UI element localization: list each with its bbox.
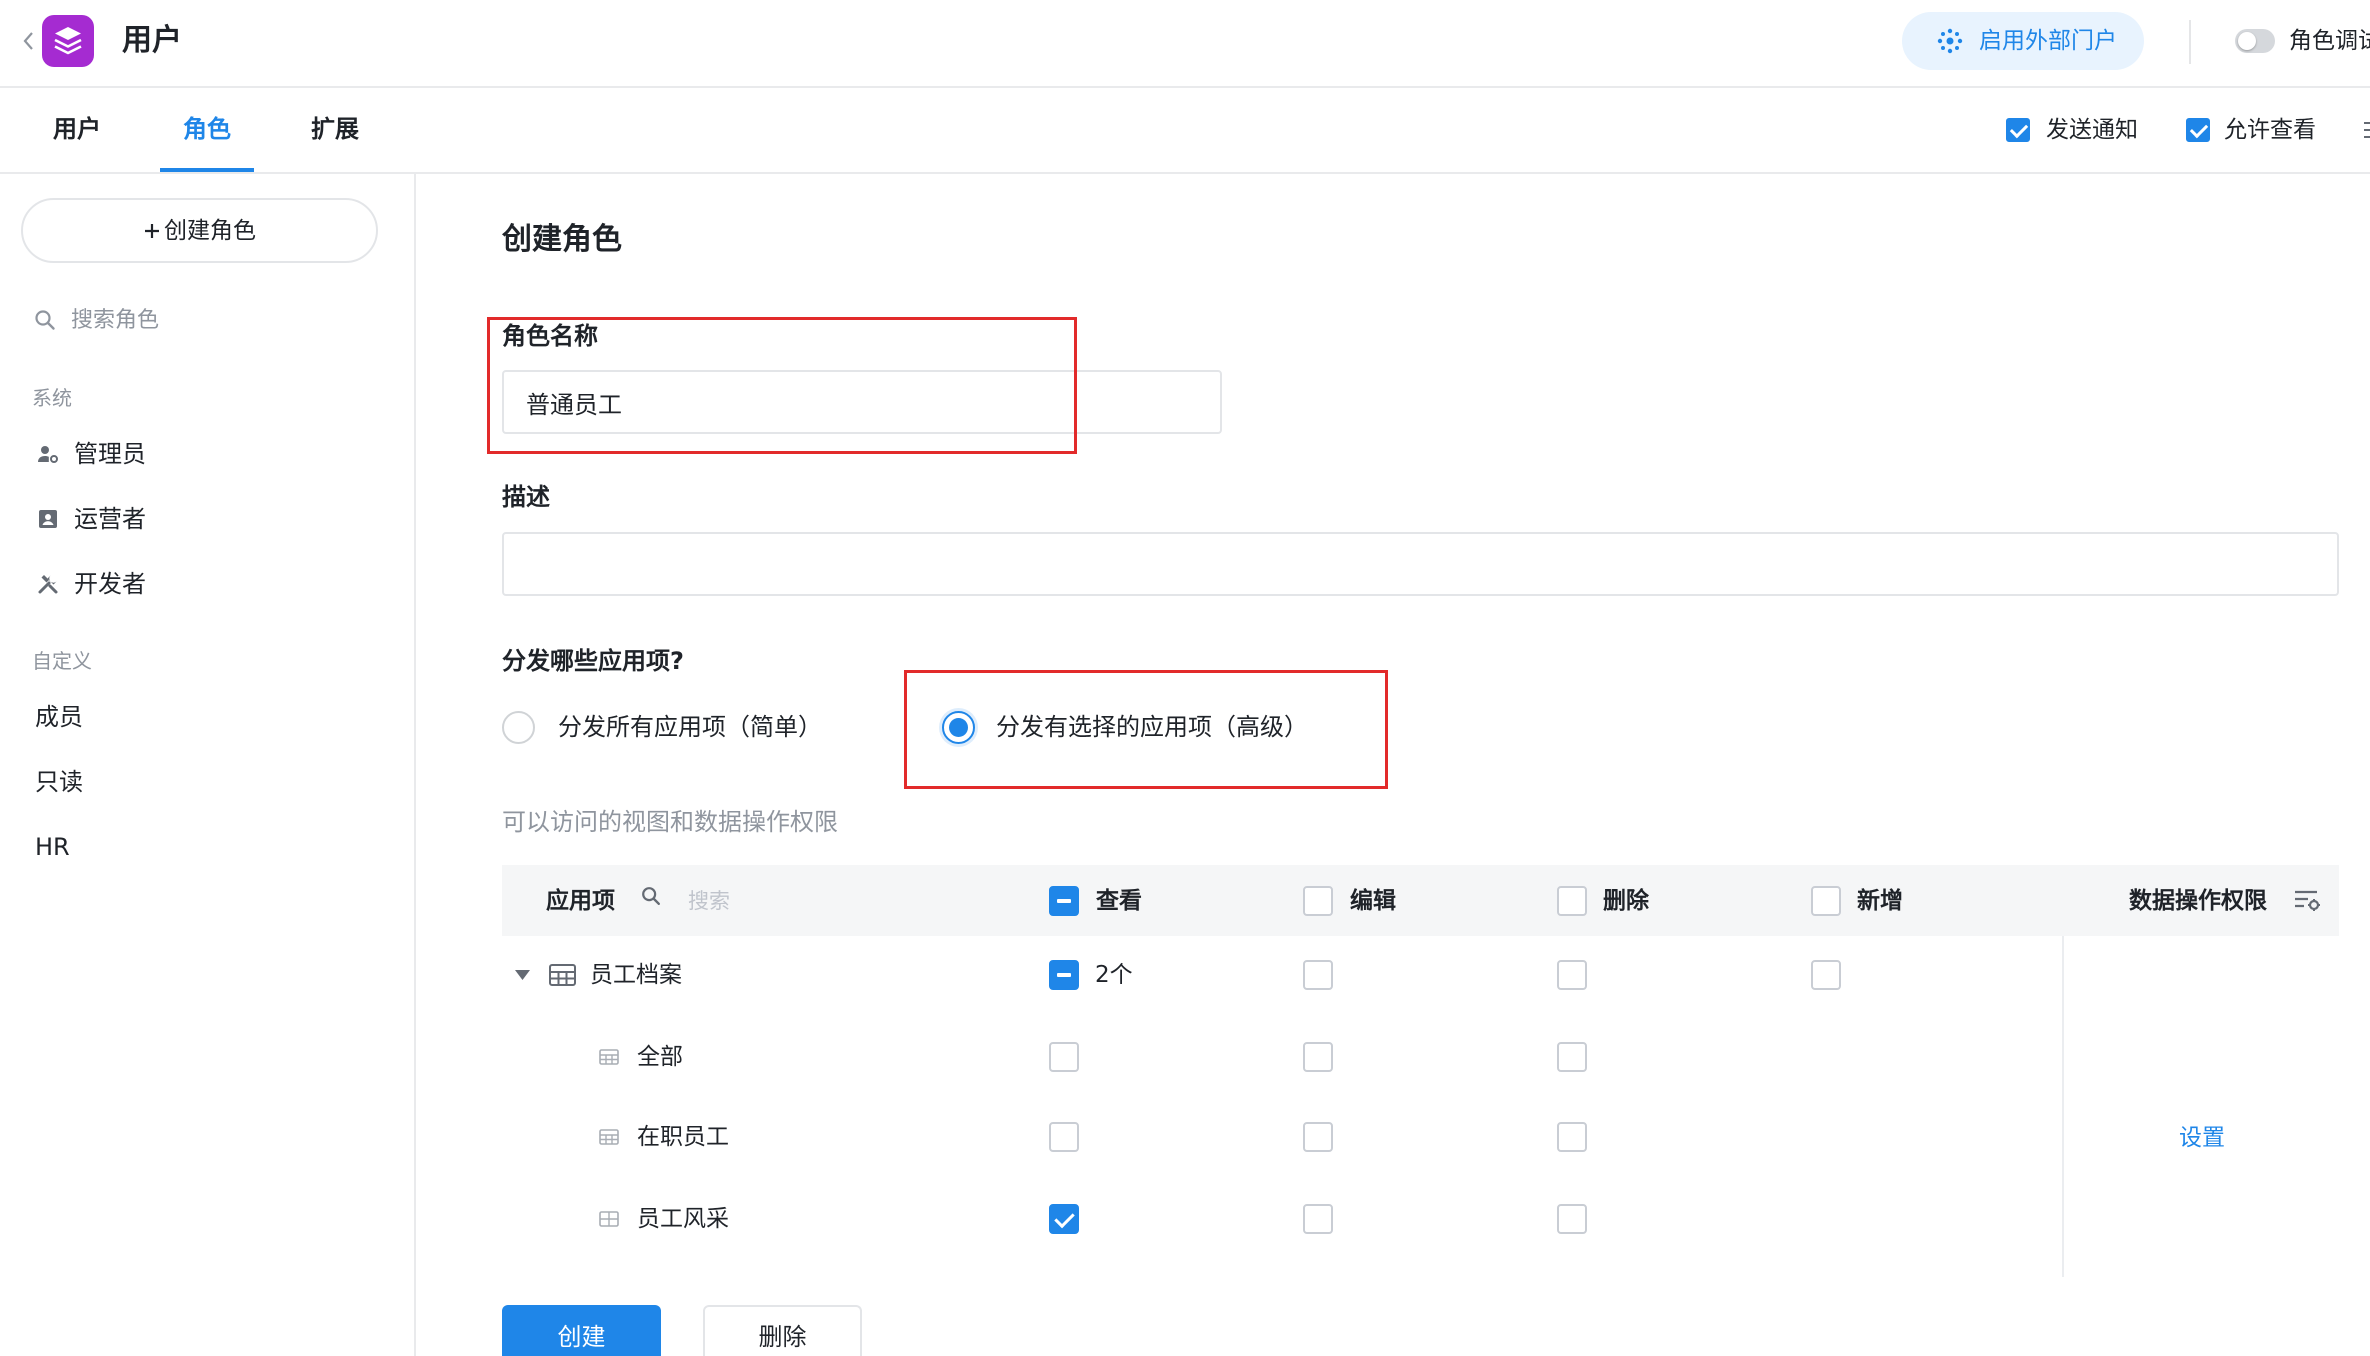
role-search-input[interactable] xyxy=(65,300,385,340)
allow-view-checkbox[interactable] xyxy=(2186,118,2210,142)
sidebar-item-label: HR xyxy=(35,833,70,861)
sidebar-item-label: 运营者 xyxy=(74,505,146,533)
sidebar-item-developer[interactable]: 开发者 xyxy=(20,560,396,608)
row-delete-checkbox[interactable] xyxy=(1557,1122,1587,1152)
send-notification-checkbox[interactable] xyxy=(2006,118,2030,142)
allow-view-label[interactable]: 允许查看 xyxy=(2224,112,2316,148)
view-column-header: 查看 xyxy=(1096,888,1142,914)
sidebar-item-label: 成员 xyxy=(35,703,83,731)
search-icon xyxy=(640,885,662,907)
data-permission-settings-link[interactable]: 设置 xyxy=(2179,1120,2225,1156)
edit-all-checkbox[interactable] xyxy=(1303,886,1333,916)
sidebar-item-label: 只读 xyxy=(35,768,83,796)
radio-distribute-selected[interactable] xyxy=(942,711,975,744)
tab-roles[interactable]: 角色 xyxy=(183,111,231,147)
radio-distribute-selected-label[interactable]: 分发有选择的应用项（高级） xyxy=(996,709,1308,745)
add-column-header: 新增 xyxy=(1857,888,1903,914)
table-icon xyxy=(549,964,576,986)
sidebar-item-operator[interactable]: 运营者 xyxy=(20,495,396,543)
delete-all-checkbox[interactable] xyxy=(1557,886,1587,916)
sidebar-item-hr[interactable]: HR xyxy=(20,823,396,871)
sidebar-item-readonly[interactable]: 只读 xyxy=(20,758,396,806)
role-debug-label: 角色调试 xyxy=(2289,28,2370,54)
app-column-header: 应用项 xyxy=(546,888,615,914)
portal-button-label: 启用外部门户 xyxy=(1979,28,2117,54)
delete-button[interactable]: 删除 xyxy=(703,1305,862,1356)
tools-icon xyxy=(36,572,60,596)
page-title: 用户 xyxy=(122,23,182,58)
sidebar-border xyxy=(414,174,416,1356)
role-name-input[interactable] xyxy=(502,370,1222,434)
row-add-checkbox[interactable] xyxy=(1811,960,1841,990)
row-view-checkbox[interactable] xyxy=(1049,1204,1079,1234)
sidebar-item-label: 开发者 xyxy=(74,570,146,598)
app-search-input[interactable] xyxy=(682,881,922,921)
app-logo-icon xyxy=(42,15,94,67)
sidebar-group-system: 系统 xyxy=(32,386,72,410)
create-button[interactable]: 创建 xyxy=(502,1305,661,1356)
radio-distribute-all[interactable] xyxy=(502,711,535,744)
row-name-active-employees[interactable]: 在职员工 xyxy=(637,1119,729,1155)
role-debug-toggle[interactable] xyxy=(2235,29,2275,53)
admin-icon xyxy=(36,442,60,466)
enable-portal-button[interactable]: 启用外部门户 xyxy=(1902,12,2144,70)
portal-icon xyxy=(1937,28,1963,54)
send-notification-label[interactable]: 发送通知 xyxy=(2046,112,2138,148)
description-label: 描述 xyxy=(502,483,550,511)
caret-down-icon[interactable] xyxy=(514,969,531,981)
row-delete-checkbox[interactable] xyxy=(1557,1204,1587,1234)
row-edit-checkbox[interactable] xyxy=(1303,1042,1333,1072)
grid-view-icon xyxy=(599,1049,619,1065)
tab-extensions[interactable]: 扩展 xyxy=(311,111,359,147)
sidebar-item-label: 管理员 xyxy=(74,440,146,468)
description-input[interactable] xyxy=(502,532,2339,596)
row-view-count: 2个 xyxy=(1095,962,1133,988)
radio-distribute-all-label[interactable]: 分发所有应用项（简单） xyxy=(558,709,822,745)
row-name-all[interactable]: 全部 xyxy=(637,1039,683,1075)
row-name-employee-showcase[interactable]: 员工风采 xyxy=(637,1201,729,1237)
edit-column-header: 编辑 xyxy=(1350,888,1396,914)
distribute-label: 分发哪些应用项? xyxy=(502,647,684,675)
sidebar-item-member[interactable]: 成员 xyxy=(20,693,396,741)
view-all-checkbox[interactable] xyxy=(1049,886,1079,916)
header-divider xyxy=(0,86,2370,88)
data-permission-header: 数据操作权限 xyxy=(2129,888,2267,914)
plus-icon xyxy=(143,222,161,240)
data-permission-column-divider xyxy=(2062,936,2064,1277)
row-view-checkbox[interactable] xyxy=(1049,1122,1079,1152)
tab-users[interactable]: 用户 xyxy=(53,111,101,147)
row-edit-checkbox[interactable] xyxy=(1303,1204,1333,1234)
operator-badge-icon xyxy=(36,507,60,531)
create-role-button[interactable]: 创建角色 xyxy=(21,198,378,263)
sidebar-group-custom: 自定义 xyxy=(32,649,92,673)
role-name-label: 角色名称 xyxy=(502,322,598,350)
row-view-checkbox[interactable] xyxy=(1049,960,1079,990)
form-title: 创建角色 xyxy=(502,222,622,257)
row-view-checkbox[interactable] xyxy=(1049,1042,1079,1072)
tabbar-divider xyxy=(0,172,2370,174)
grid-view-icon xyxy=(599,1129,619,1145)
row-name-employee-records[interactable]: 员工档案 xyxy=(590,957,682,993)
filter-settings-icon[interactable] xyxy=(2293,888,2321,912)
add-all-checkbox[interactable] xyxy=(1811,886,1841,916)
row-delete-checkbox[interactable] xyxy=(1557,1042,1587,1072)
search-icon xyxy=(33,308,57,332)
header-vertical-divider xyxy=(2189,20,2191,64)
create-role-label: 创建角色 xyxy=(164,217,256,244)
row-edit-checkbox[interactable] xyxy=(1303,1122,1333,1152)
row-delete-checkbox[interactable] xyxy=(1557,960,1587,990)
back-chevron-icon[interactable] xyxy=(22,31,34,51)
more-options-icon[interactable] xyxy=(2364,118,2370,142)
permissions-hint: 可以访问的视图和数据操作权限 xyxy=(502,808,838,836)
gallery-view-icon xyxy=(599,1211,619,1227)
delete-column-header: 删除 xyxy=(1603,888,1649,914)
toggle-knob xyxy=(2238,32,2256,50)
row-edit-checkbox[interactable] xyxy=(1303,960,1333,990)
sidebar-item-admin[interactable]: 管理员 xyxy=(20,430,396,478)
